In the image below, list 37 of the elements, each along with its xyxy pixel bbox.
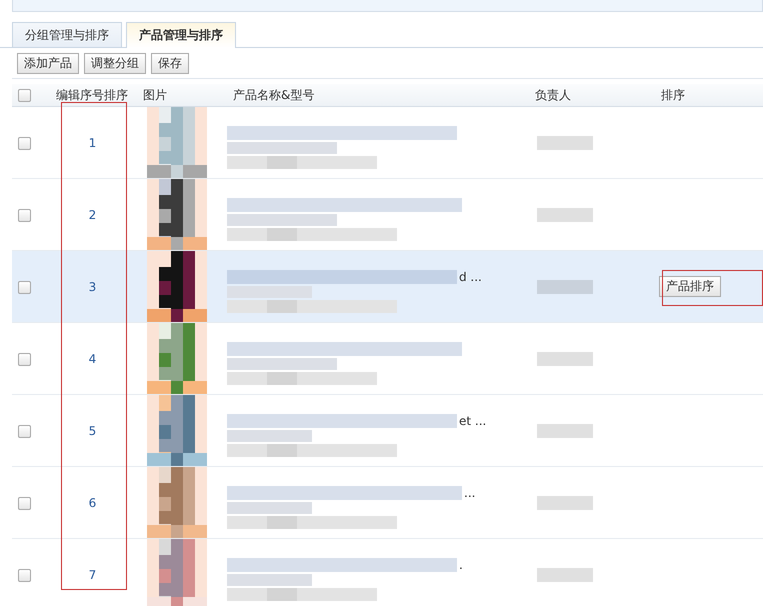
toolbar-button[interactable]: 添加产品 — [17, 53, 79, 74]
checkbox[interactable] — [18, 280, 31, 294]
checkbox[interactable] — [18, 496, 31, 510]
checkbox[interactable] — [18, 568, 31, 582]
sort-product-button[interactable]: 产品排序 — [659, 276, 721, 297]
checkbox[interactable] — [18, 136, 31, 150]
blurred-text-drawing — [537, 424, 593, 438]
sort-number: 6 — [88, 496, 96, 510]
blurred-text-drawing — [537, 352, 593, 366]
blurred-text-drawing — [537, 136, 593, 150]
toolbar-button[interactable]: 调整分组 — [84, 53, 146, 74]
product-name-tail: ... — [464, 486, 476, 500]
sort-number: 2 — [88, 208, 96, 222]
checkbox[interactable] — [18, 208, 31, 222]
column-header: 产品名称&型号 — [233, 88, 314, 102]
product-name-tail: . — [459, 558, 463, 572]
sort-number: 1 — [88, 136, 96, 150]
column-header: 编辑序号排序 — [56, 88, 128, 102]
sort-number: 7 — [88, 568, 96, 582]
blurred-text-drawing — [537, 208, 593, 222]
blurred-text-drawing — [537, 496, 593, 510]
checkbox[interactable] — [18, 424, 31, 438]
sort-number: 4 — [88, 352, 96, 366]
column-header: 负责人 — [535, 88, 571, 102]
toolbar-button[interactable]: 保存 — [151, 53, 189, 74]
column-header: 图片 — [143, 88, 167, 102]
checkbox[interactable] — [18, 89, 31, 102]
blurred-text-drawing — [537, 568, 593, 582]
tab[interactable]: 分组管理与排序 — [12, 22, 122, 47]
checkbox[interactable] — [18, 352, 31, 366]
sort-number: 5 — [88, 424, 96, 438]
tab[interactable]: 产品管理与排序 — [126, 22, 236, 48]
blurred-text-drawing — [537, 280, 593, 294]
product-name-tail: et ... — [459, 414, 486, 428]
product-name-tail: d ... — [459, 270, 482, 284]
column-header: 排序 — [661, 88, 685, 102]
sort-number: 3 — [88, 280, 96, 294]
